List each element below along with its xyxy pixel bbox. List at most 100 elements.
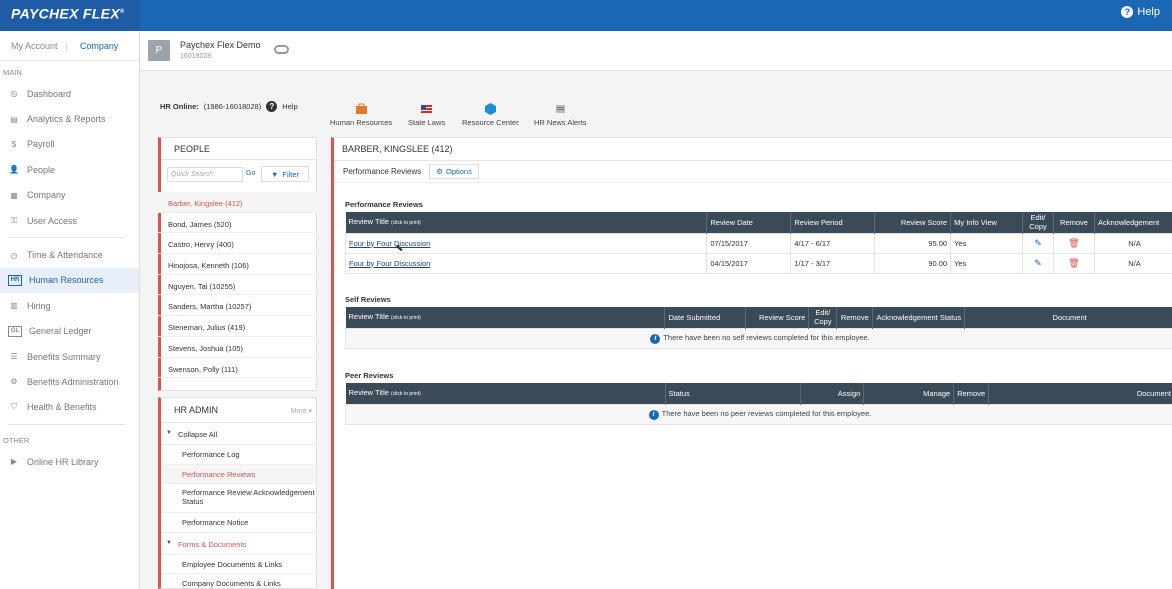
person-list-item[interactable]: Nguyen, Tai (10255)	[158, 275, 317, 296]
shield-icon: ⛉	[11, 402, 17, 412]
col-review-date[interactable]: Review Date	[706, 212, 792, 233]
sidebar-item-general-ledger[interactable]: GL General Ledger	[0, 319, 139, 344]
admin-item-performance-review-ack[interactable]: Performance Review Acknowledgement Statu…	[161, 484, 316, 513]
section-title-peer-reviews: Peer Reviews	[345, 371, 394, 380]
hr-online-help[interactable]: Help	[282, 102, 297, 111]
sidebar-item-company[interactable]: ▦ Company	[0, 183, 139, 208]
pencil-icon[interactable]: ✎	[1034, 238, 1042, 248]
admin-item-performance-notice[interactable]: Performance Notice	[161, 513, 316, 533]
pencil-icon[interactable]: ✎	[1034, 258, 1042, 268]
sidebar-item-label: Benefits Summary	[27, 351, 101, 362]
col-review-title[interactable]: Review Title (click to print)	[345, 307, 666, 328]
trash-icon[interactable]: 🗑	[1068, 258, 1079, 268]
col-edit-copy: Edit/ Copy	[1022, 212, 1054, 233]
sidebar-item-dashboard[interactable]: ◎ Dashboard	[0, 81, 139, 106]
review-score-cell: 90.00	[874, 252, 952, 274]
brand-logo[interactable]: PAYCHEX FLEX®	[0, 0, 140, 31]
sidebar-item-user-access[interactable]: ⚿ User Access	[0, 208, 139, 233]
admin-item-company-documents[interactable]: Company Documents & Links	[161, 574, 316, 588]
person-list-item[interactable]: Stevens, Joshua (105)	[158, 337, 317, 358]
col-document: Document	[964, 307, 1172, 328]
options-label: Options	[445, 167, 472, 176]
sidebar-item-human-resources[interactable]: HR Human Resources	[0, 267, 139, 294]
help-icon[interactable]: ?	[266, 101, 278, 112]
performance-reviews-table: Review Title (click to print) Review Dat…	[344, 212, 1172, 274]
go-button[interactable]: Go	[246, 170, 255, 177]
toolbar-label: HR News Alerts	[534, 118, 587, 127]
acknowledgement-cell: N/A	[1093, 252, 1172, 274]
person-list-item[interactable]: Hinojosa, Kenneth (106)	[158, 254, 317, 275]
app-window: PAYCHEX FLEX® ? Help My Account | Company…	[0, 0, 1172, 589]
more-dropdown[interactable]: More ▾	[291, 407, 312, 415]
dollar-icon: $	[11, 139, 17, 149]
person-list-item[interactable]: Castro, Henry (400)	[158, 233, 317, 255]
sidebar-item-label: General Ledger	[29, 326, 92, 337]
toolbar-hr-news-alerts[interactable]: HR News Alerts	[534, 103, 587, 127]
person-list-item[interactable]: Barber, Kingslee (412)	[158, 192, 317, 213]
admin-item-performance-reviews[interactable]: Performance Reviews	[161, 464, 316, 484]
trash-icon[interactable]: 🗑	[1068, 238, 1079, 248]
newspaper-icon	[555, 105, 565, 113]
review-title-link[interactable]: Four by Four Discussion	[349, 239, 430, 248]
sidebar-item-payroll[interactable]: $ Payroll	[0, 132, 139, 157]
options-button[interactable]: ⚙ Options	[429, 164, 479, 179]
filter-button[interactable]: ▼ Filter	[261, 166, 309, 182]
forms-documents-toggle[interactable]: ▼ Forms & Documents	[161, 533, 316, 555]
brand-name: PAYCHEX FLEX	[11, 5, 120, 22]
gear-icon: ⚙	[10, 377, 18, 387]
hr-admin-panel: HR ADMIN More ▾ ▼ Collapse All Performance…	[158, 397, 317, 589]
review-title-link[interactable]: Four by Four Discussion	[349, 259, 430, 268]
col-review-title[interactable]: Review Title (click to print)	[345, 212, 708, 233]
link-icon[interactable]	[274, 45, 289, 54]
person-list-item[interactable]: Sanders, Martha (10257)	[158, 295, 317, 317]
sidebar-item-hiring[interactable]: ▥ Hiring	[0, 293, 139, 318]
table-row: Four by Four Discussion 07/15/2017 4/17 - …	[344, 232, 1172, 254]
section-label-main: MAIN	[3, 68, 22, 77]
admin-item-employee-documents[interactable]: Employee Documents & Links	[161, 555, 316, 574]
col-review-title[interactable]: Review Title (click to print)	[345, 383, 666, 404]
sidebar-item-health-benefits[interactable]: ⛉ Health & Benefits	[0, 395, 139, 420]
sidebar-item-analytics-reports[interactable]: ▤ Analytics & Reports	[0, 106, 139, 131]
tab-performance-reviews[interactable]: Performance Reviews	[343, 167, 421, 176]
company-name: Paychex Flex Demo	[180, 40, 261, 50]
tab-company[interactable]: Company	[80, 41, 119, 51]
quick-search-input[interactable]: Quick Search	[167, 167, 243, 182]
col-my-info-view[interactable]: My Info View	[950, 212, 1024, 233]
col-review-score[interactable]: Review Score	[874, 212, 952, 233]
col-date-submitted[interactable]: Date Submitted	[664, 307, 747, 328]
sidebar-item-benefits-summary[interactable]: ☰ Benefits Summary	[0, 344, 139, 369]
col-review-period[interactable]: Review Period	[790, 212, 876, 233]
sidebar-item-label: People	[27, 164, 56, 175]
toolbar-human-resources[interactable]: Human Resources	[330, 103, 392, 127]
sidebar: My Account | Company MAIN ◎ Dashboard ▤ Ana…	[0, 31, 140, 589]
sidebar-item-benefits-administration[interactable]: ⚙ Benefits Administration	[0, 369, 139, 394]
info-icon: i	[648, 409, 659, 420]
filter-icon: ▼	[270, 169, 279, 179]
toolbar-state-laws[interactable]: State Laws	[408, 103, 445, 127]
admin-item-performance-log[interactable]: Performance Log	[161, 445, 316, 465]
empty-message-text: There have been no self reviews complete…	[663, 332, 870, 342]
top-help-link[interactable]: ? Help	[1121, 6, 1160, 18]
person-list-item[interactable]: Bond, James (520)	[158, 213, 317, 234]
user-access-icon: ⚿	[10, 215, 18, 225]
table-header-row: Review Title (click to print) Status Ass…	[345, 383, 1172, 404]
click-to-print-note: (click to print)	[391, 314, 421, 321]
dashboard-icon: ◎	[10, 89, 18, 99]
help-icon: ?	[1121, 6, 1134, 18]
collapse-all-toggle[interactable]: ▼ Collapse All	[161, 423, 316, 445]
col-review-score[interactable]: Review Score	[745, 307, 810, 328]
empty-message: i There have been no self reviews complet…	[345, 327, 1172, 349]
list-icon: ☰	[10, 352, 18, 362]
my-info-view-cell: Yes	[950, 232, 1024, 254]
toolbar-resource-center[interactable]: Resource Center	[462, 103, 519, 127]
employee-panel: BARBER, KINGSLEE (412) Performance Revie…	[331, 137, 1172, 589]
sidebar-item-people[interactable]: 👤 People	[0, 157, 139, 182]
sidebar-item-time-attendance[interactable]: ◷ Time & Attendance	[0, 242, 139, 267]
people-panel: PEOPLE Quick Search Go ▼ Filter Barber, K…	[158, 137, 317, 391]
sidebar-item-online-hr-library[interactable]: ▶ Online HR Library	[0, 449, 139, 474]
col-status[interactable]: Status	[665, 383, 802, 404]
person-list-item[interactable]: Steneman, Julius (419)	[158, 316, 317, 337]
person-list-item[interactable]: Swenson, Polly (111)	[158, 358, 317, 379]
tab-my-account[interactable]: My Account	[11, 41, 58, 51]
building-icon: ▦	[10, 190, 18, 200]
